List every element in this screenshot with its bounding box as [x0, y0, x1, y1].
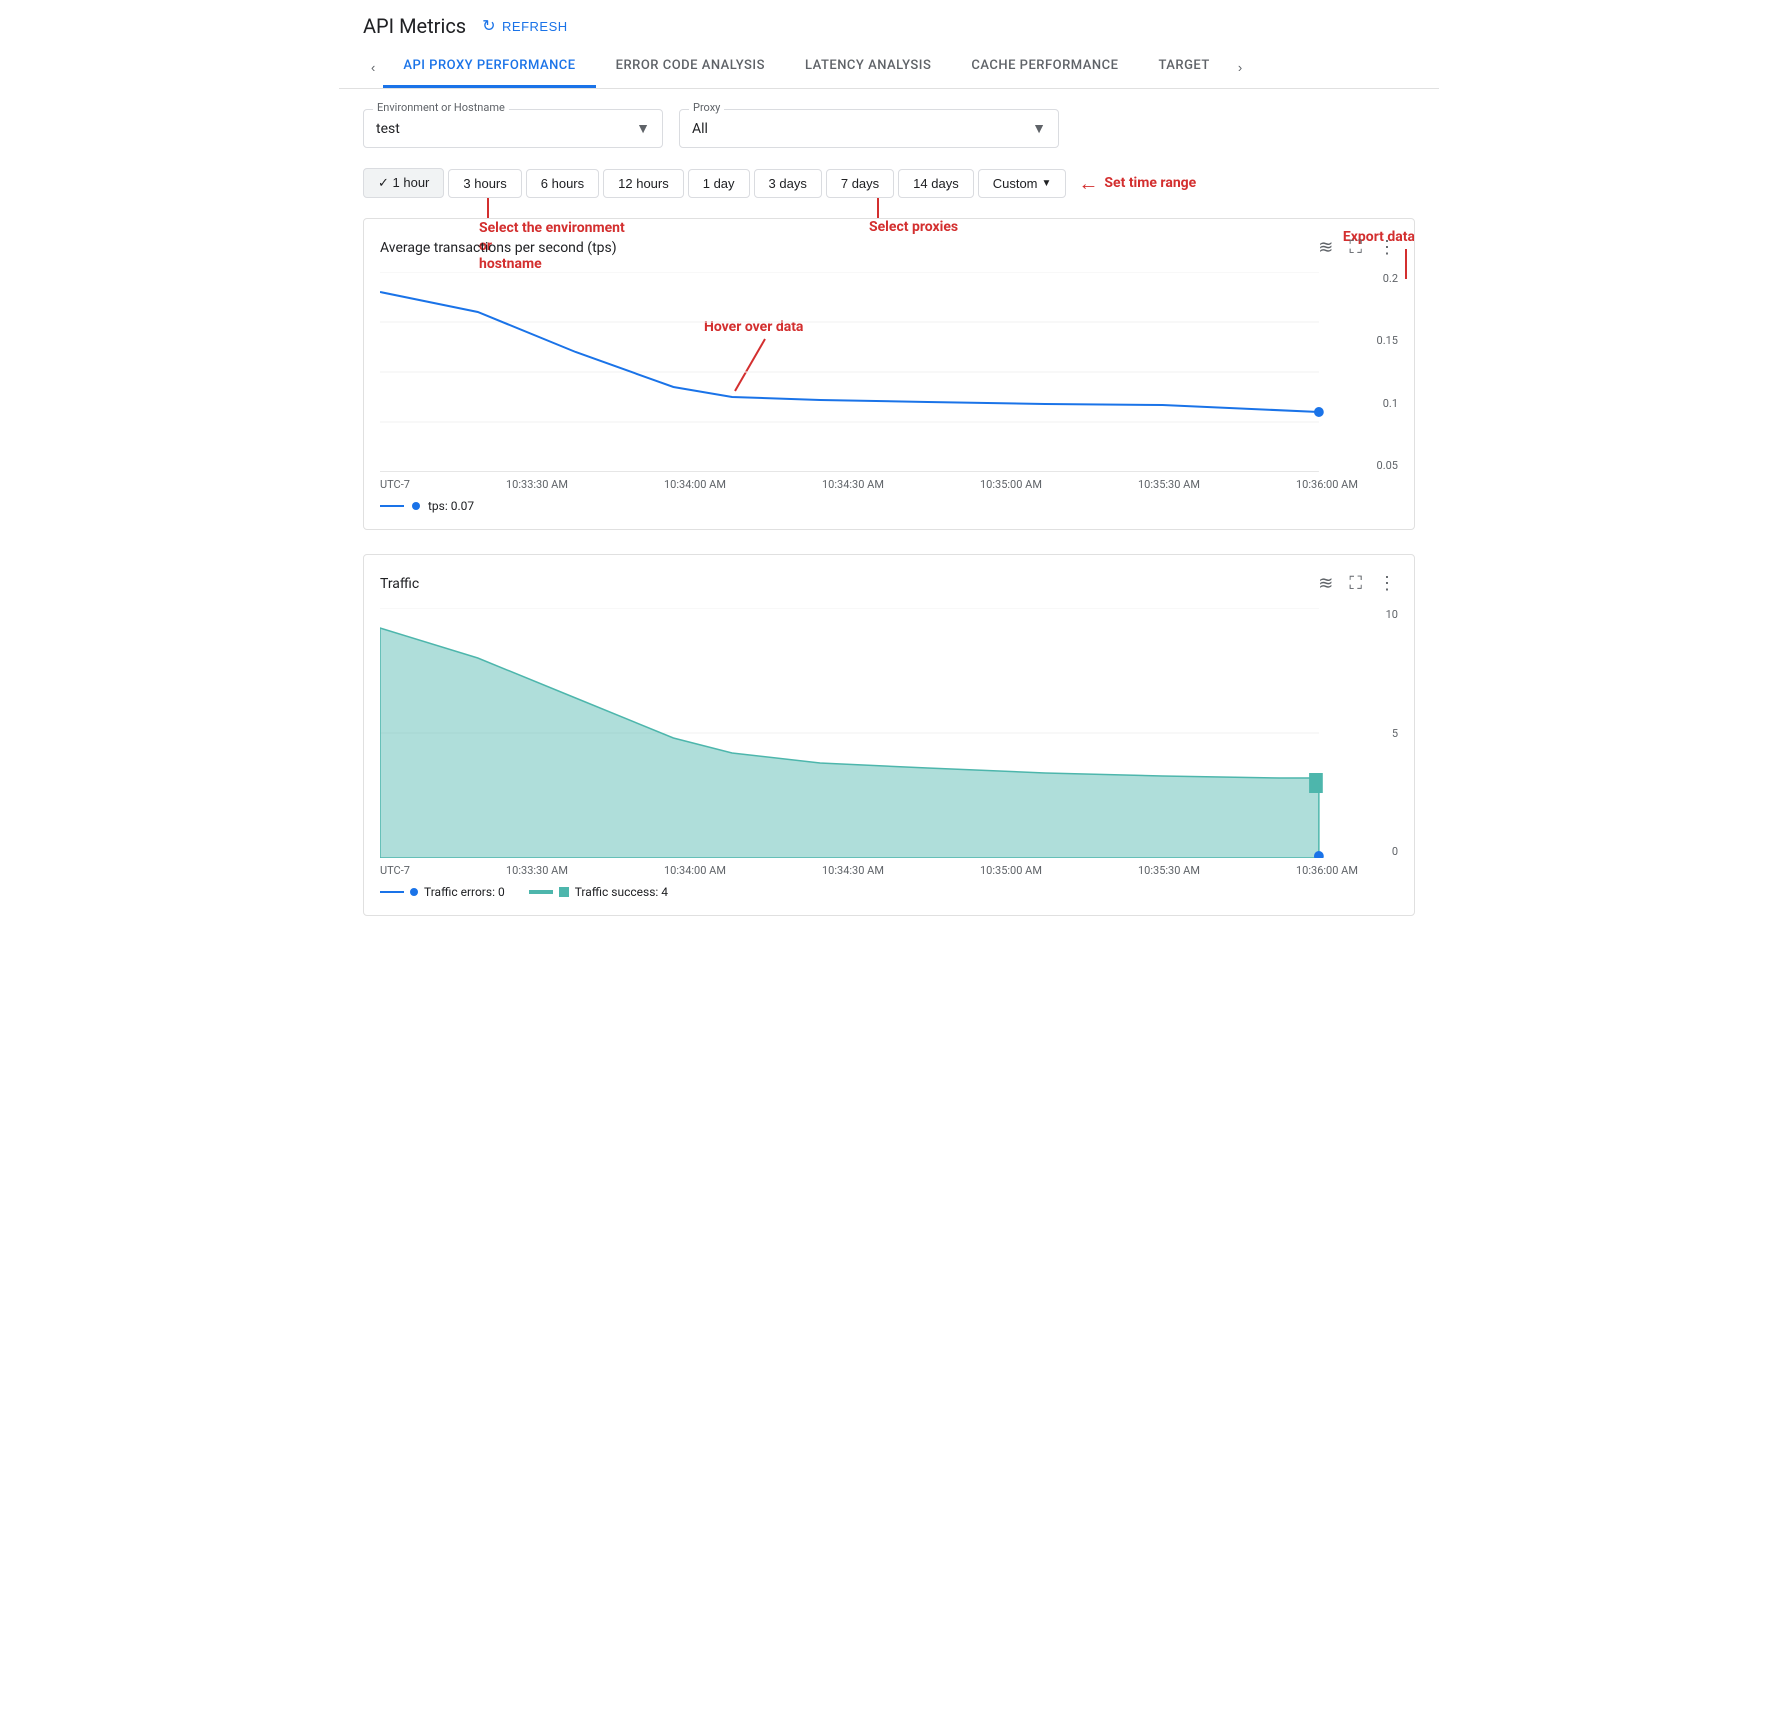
traffic-errors-line	[380, 891, 404, 893]
time-range-annotation-label: Set time range	[1104, 175, 1196, 191]
traffic-chart-area: 10 5 0 UTC-7 10:33:30 AM 10:34:00 A	[380, 608, 1398, 877]
tab-error-code[interactable]: ERROR CODE ANALYSIS	[596, 46, 785, 88]
time-range-annotation: ← Set time range	[1078, 171, 1196, 196]
tab-next-button[interactable]: ›	[1230, 48, 1250, 87]
traffic-success-label: Traffic success: 4	[575, 885, 668, 899]
traffic-success-line	[529, 890, 553, 894]
tps-chart-legend: tps: 0.07	[380, 499, 1398, 513]
custom-dropdown-arrow: ▼	[1042, 178, 1052, 189]
time-6h-button[interactable]: 6 hours	[526, 169, 599, 198]
page-title: API Metrics	[363, 14, 466, 38]
tps-legend-label: tps: 0.07	[428, 499, 474, 513]
refresh-icon: ↻	[482, 16, 496, 36]
traffic-more-button[interactable]: ⋮	[1376, 571, 1398, 596]
time-14d-button[interactable]: 14 days	[898, 169, 974, 198]
tab-api-proxy[interactable]: API PROXY PERFORMANCE	[383, 46, 595, 88]
tps-chart-area: 0.2 0.15 0.1 0.05 UTC-7 10:33:30 AM	[380, 272, 1398, 491]
traffic-success-square	[559, 887, 569, 897]
tps-x-axis: UTC-7 10:33:30 AM 10:34:00 AM 10:34:30 A…	[380, 478, 1398, 491]
proxy-dropdown-arrow: ▼	[1032, 120, 1046, 137]
time-3h-button[interactable]: 3 hours	[448, 169, 521, 198]
filter-row: Environment or Hostname test ▼ Proxy All…	[363, 109, 1415, 148]
tps-legend-toggle-button[interactable]: ≋	[1316, 235, 1335, 260]
time-range-row: 1 hour 3 hours 6 hours 12 hours 1 day 3 …	[363, 168, 1415, 198]
tps-chart-section: Average transactions per second (tps) ≋ …	[363, 218, 1415, 530]
tps-chart-title: Average transactions per second (tps)	[380, 240, 617, 256]
tps-chart-header: Average transactions per second (tps) ≋ …	[380, 235, 1398, 260]
proxy-select[interactable]: All ▼	[679, 109, 1059, 148]
traffic-errors-label: Traffic errors: 0	[424, 885, 505, 899]
tab-cache[interactable]: CACHE PERFORMANCE	[951, 46, 1138, 88]
time-7d-button[interactable]: 7 days	[826, 169, 894, 198]
traffic-chart-svg	[380, 608, 1398, 858]
traffic-x-axis: UTC-7 10:33:30 AM 10:34:00 AM 10:34:30 A…	[380, 864, 1398, 877]
tabs-bar: ‹ API PROXY PERFORMANCE ERROR CODE ANALY…	[339, 46, 1439, 89]
traffic-errors-legend: Traffic errors: 0	[380, 885, 505, 899]
tab-prev-button[interactable]: ‹	[363, 48, 383, 87]
tab-target[interactable]: TARGET	[1138, 46, 1229, 88]
traffic-chart-actions: ≋ ⛶ ⋮	[1316, 571, 1398, 596]
traffic-success-legend: Traffic success: 4	[529, 885, 668, 899]
proxy-filter-group: Proxy All ▼	[679, 109, 1059, 148]
traffic-errors-dot	[410, 888, 418, 896]
refresh-button[interactable]: ↻ REFRESH	[482, 16, 568, 36]
env-select[interactable]: test ▼	[363, 109, 663, 148]
traffic-legend-toggle-button[interactable]: ≋	[1316, 571, 1335, 596]
traffic-chart-title: Traffic	[380, 576, 419, 592]
proxy-label: Proxy	[689, 101, 724, 114]
tps-expand-button[interactable]: ⛶	[1347, 235, 1364, 260]
env-filter-group: Environment or Hostname test ▼	[363, 109, 663, 148]
tps-chart-actions: ≋ ⛶ ⋮	[1316, 235, 1398, 260]
header: API Metrics ↻ REFRESH	[339, 0, 1439, 38]
tps-chart-svg	[380, 272, 1398, 472]
time-12h-button[interactable]: 12 hours	[603, 169, 684, 198]
time-1h-button[interactable]: 1 hour	[363, 168, 444, 198]
traffic-y-axis: 10 5 0	[1362, 608, 1398, 858]
traffic-expand-button[interactable]: ⛶	[1347, 571, 1364, 596]
traffic-chart-header: Traffic ≋ ⛶ ⋮	[380, 571, 1398, 596]
traffic-chart-legend: Traffic errors: 0 Traffic success: 4	[380, 885, 1398, 899]
time-1d-button[interactable]: 1 day	[688, 169, 750, 198]
tps-y-axis: 0.2 0.15 0.1 0.05	[1362, 272, 1398, 472]
tab-latency[interactable]: LATENCY ANALYSIS	[785, 46, 951, 88]
tps-legend-dot	[412, 502, 420, 510]
env-dropdown-arrow: ▼	[636, 120, 650, 137]
traffic-chart-section: Traffic ≋ ⛶ ⋮ 10 5 0	[363, 554, 1415, 916]
time-3d-button[interactable]: 3 days	[754, 169, 822, 198]
time-custom-button[interactable]: Custom ▼	[978, 169, 1067, 198]
tps-more-button[interactable]: ⋮	[1376, 235, 1398, 260]
tps-legend-line	[380, 505, 404, 507]
env-label: Environment or Hostname	[373, 101, 509, 114]
